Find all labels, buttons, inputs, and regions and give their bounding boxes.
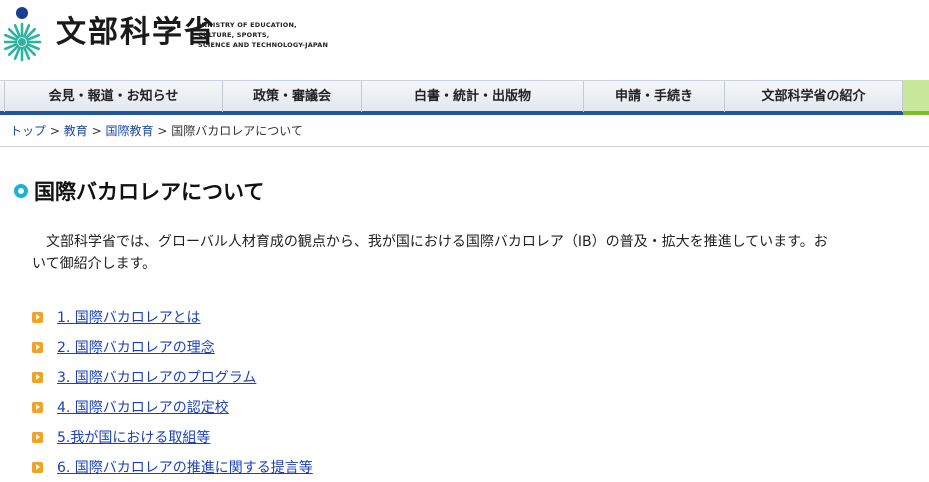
link-japan-initiatives[interactable]: 5.我が国における取組等: [57, 427, 210, 447]
logo-en-line: CULTURE, SPORTS,: [198, 31, 270, 39]
breadcrumb-link-intl-education[interactable]: 国際教育: [105, 124, 153, 138]
mext-logo-icon[interactable]: [4, 4, 48, 62]
link-ib-philosophy[interactable]: 2. 国際バカロレアの理念: [57, 337, 215, 357]
intro-text: 文部科学省では、グローバル人材育成の観点から、我が国における国際バカロレア（IB…: [46, 234, 828, 250]
list-item: 5.我が国における取組等: [32, 422, 313, 452]
link-ib-proposals[interactable]: 6. 国際バカロレアの推進に関する提言等: [57, 457, 313, 477]
list-item: 3. 国際バカロレアのプログラム: [32, 362, 313, 392]
intro-paragraph: 文部科学省では、グローバル人材育成の観点から、我が国における国際バカロレア（IB…: [32, 231, 929, 275]
arrow-bullet-icon: [32, 461, 43, 473]
breadcrumb-separator: >: [157, 124, 168, 138]
global-nav: 会見・報道・お知らせ 政策・審議会 白書・統計・出版物 申請・手続き 文部科学省…: [0, 80, 929, 115]
site-header: 文部科学省 MINISTRY OF EDUCATION, CULTURE, SP…: [0, 0, 929, 78]
nav-item-applications[interactable]: 申請・手続き: [584, 81, 725, 112]
page-title: 国際バカロレアについて: [14, 178, 264, 204]
section-link-list: 1. 国際バカロレアとは 2. 国際バカロレアの理念 3. 国際バカロレアのプロ…: [32, 302, 313, 482]
arrow-bullet-icon: [32, 371, 43, 383]
nav-item-policy[interactable]: 政策・審議会: [223, 81, 362, 112]
arrow-bullet-icon: [32, 341, 43, 353]
breadcrumb: トップ > 教育 > 国際教育 > 国際バカロレアについて: [10, 123, 303, 139]
nav-item-about[interactable]: 文部科学省の紹介: [725, 81, 903, 112]
breadcrumb-current: 国際バカロレアについて: [171, 124, 303, 138]
breadcrumb-separator: >: [91, 124, 102, 138]
arrow-bullet-icon: [32, 431, 43, 443]
nav-item-press[interactable]: 会見・報道・お知らせ: [4, 81, 223, 112]
page-title-text: 国際バカロレアについて: [34, 180, 265, 204]
list-item: 1. 国際バカロレアとは: [32, 302, 313, 332]
link-ib-about[interactable]: 1. 国際バカロレアとは: [57, 307, 201, 327]
link-ib-schools[interactable]: 4. 国際バカロレアの認定校: [57, 397, 229, 417]
nav-item-extra[interactable]: [903, 80, 929, 115]
logo-jp-text[interactable]: 文部科学省: [56, 16, 216, 50]
breadcrumb-link-top[interactable]: トップ: [10, 124, 46, 138]
breadcrumb-divider: [0, 146, 929, 147]
intro-line: いて御紹介します。: [32, 256, 157, 272]
logo-en-line: SCIENCE AND TECHNOLOGY-JAPAN: [198, 41, 329, 49]
circle-bullet-icon: [14, 184, 28, 198]
nav-item-publications[interactable]: 白書・統計・出版物: [362, 81, 584, 112]
logo-en-text: MINISTRY OF EDUCATION, CULTURE, SPORTS, …: [198, 20, 328, 50]
list-item: 2. 国際バカロレアの理念: [32, 332, 313, 362]
link-ib-programs[interactable]: 3. 国際バカロレアのプログラム: [57, 367, 256, 387]
arrow-bullet-icon: [32, 311, 43, 323]
intro-line: 文部科学省では、グローバル人材育成の観点から、我が国における国際バカロレア（IB…: [32, 231, 929, 253]
breadcrumb-link-education[interactable]: 教育: [64, 124, 88, 138]
logo-en-line: MINISTRY OF EDUCATION,: [198, 21, 297, 29]
arrow-bullet-icon: [32, 401, 43, 413]
list-item: 6. 国際バカロレアの推進に関する提言等: [32, 452, 313, 482]
breadcrumb-separator: >: [49, 124, 60, 138]
list-item: 4. 国際バカロレアの認定校: [32, 392, 313, 422]
